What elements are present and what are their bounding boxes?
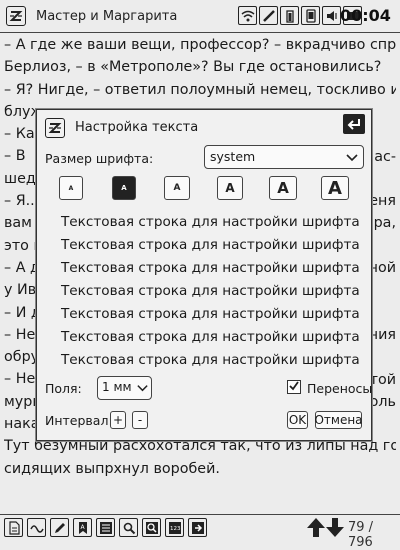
bookmark-icon[interactable]: A (73, 518, 92, 537)
volume-icon[interactable] (322, 6, 341, 25)
interval-label: Интервал: (45, 413, 113, 428)
arrow-down-icon[interactable] (325, 517, 345, 538)
margins-value: 1 мм (102, 380, 132, 394)
font-size-button-6[interactable]: A (321, 176, 349, 200)
sample-line: Текстовая строка для настройки шрифта (61, 329, 360, 345)
font-size-button-2[interactable]: A (112, 176, 136, 200)
font-size-button-1[interactable]: A (59, 176, 83, 200)
dialog-title: Настройка текста (75, 120, 199, 135)
search-icon[interactable] (119, 518, 138, 537)
reader-line: – Я? Нигде, – ответил полоумный немец, т… (4, 81, 396, 98)
exit-icon[interactable] (188, 518, 207, 537)
reader-line: – А где же ваши вещи, профессор? – вкрад… (4, 37, 396, 53)
pen-icon[interactable] (259, 6, 278, 25)
contents-icon[interactable] (96, 518, 115, 537)
svg-text:123: 123 (170, 526, 181, 532)
chevron-down-icon (137, 385, 148, 392)
dialog-logo-icon (45, 118, 65, 138)
font-size-label: Размер шрифта: (45, 151, 154, 166)
wifi-icon[interactable] (238, 6, 257, 25)
zoom-icon[interactable] (142, 518, 161, 537)
clock: 00:04 (340, 6, 391, 25)
document-icon[interactable] (4, 518, 23, 537)
check-icon (289, 381, 299, 391)
interval-plus-button[interactable]: + (110, 411, 126, 429)
back-arrow-icon (347, 119, 360, 130)
font-size-buttons: A A A A A A (57, 176, 367, 202)
app-logo-icon (6, 6, 26, 26)
edit-icon[interactable] (50, 518, 69, 537)
font-size-button-3[interactable]: A (164, 176, 190, 200)
page-indicator: 79 / 796 (348, 520, 374, 550)
status-bar: Мастер и Маргарита 00:04 (0, 0, 400, 33)
margins-select[interactable]: 1 мм (97, 376, 152, 400)
cancel-button[interactable]: Отмена (314, 411, 363, 429)
wave-icon[interactable] (27, 518, 46, 537)
font-size-button-5[interactable]: A (269, 176, 297, 200)
margins-label: Поля: (45, 381, 82, 396)
reader-line: сидящих выпрхнул воробей. (4, 460, 220, 477)
reader-line: Берлиоз, – в «Метрополе»? Вы где останов… (4, 59, 382, 76)
hyphenation-label: Переносы (307, 381, 373, 396)
arrow-up-icon[interactable] (306, 517, 326, 538)
text-settings-dialog: Настройка текста Размер шрифта: system A… (36, 109, 372, 441)
sample-line: Текстовая строка для настройки шрифта (61, 260, 360, 276)
book-title: Мастер и Маргарита (36, 9, 178, 24)
page-goto-icon[interactable]: 123 (165, 518, 184, 537)
phone-icon[interactable] (301, 6, 320, 25)
sample-line: Текстовая строка для настройки шрифта (61, 237, 360, 253)
bottom-toolbar: A 123 79 / 796 (0, 514, 400, 550)
font-size-button-4[interactable]: A (217, 176, 243, 200)
hyphenation-checkbox[interactable] (287, 380, 301, 394)
chevron-down-icon (346, 154, 358, 162)
font-family-select[interactable]: system (204, 145, 364, 169)
sample-line: Текстовая строка для настройки шрифта (61, 352, 360, 368)
sample-line: Текстовая строка для настройки шрифта (61, 214, 360, 230)
back-button[interactable] (343, 114, 365, 134)
interval-minus-button[interactable]: - (132, 411, 148, 429)
reader-line-fragment: ния (368, 326, 396, 343)
ok-button[interactable]: OK (287, 411, 308, 429)
font-family-value: system (210, 149, 256, 164)
battery-icon (280, 6, 299, 25)
sample-line: Текстовая строка для настройки шрифта (61, 283, 360, 299)
sample-line: Текстовая строка для настройки шрифта (61, 306, 360, 322)
